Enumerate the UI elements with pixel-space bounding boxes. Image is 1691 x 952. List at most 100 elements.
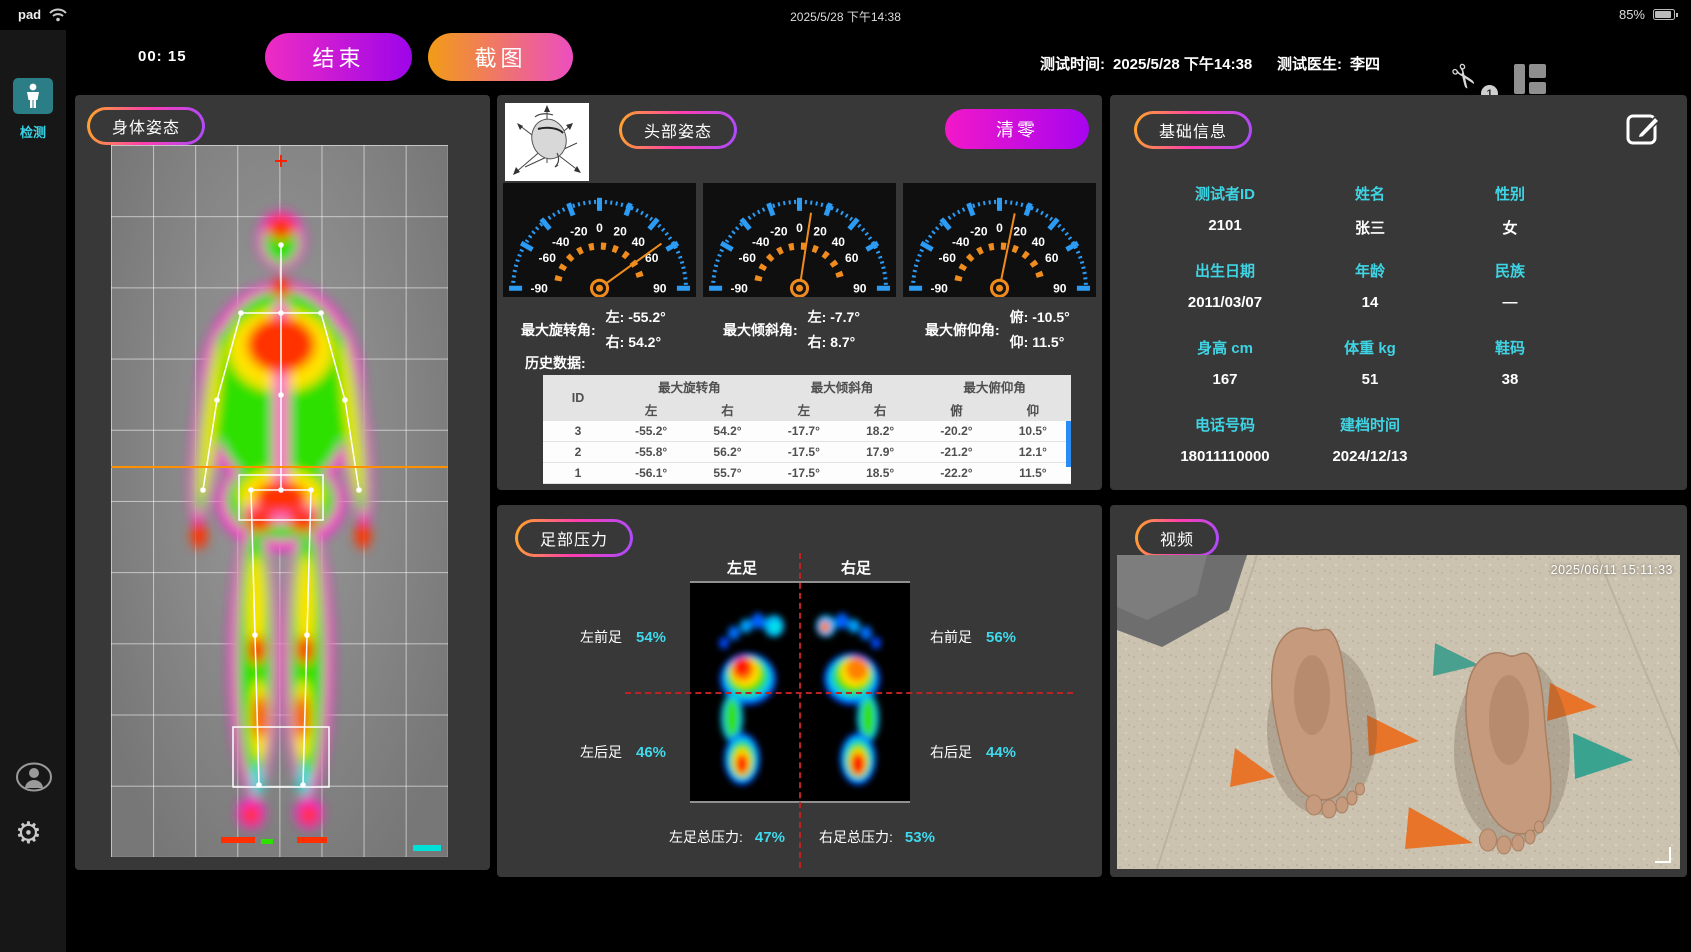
field-weight: 体重 kg 51 (1300, 337, 1440, 414)
col-tilt: 最大倾斜角 (766, 375, 919, 398)
sidebar-item-detect-label: 检测 (0, 122, 66, 141)
pitch-gauge: -90 -60 -40-20 0 20 40 60 90 (903, 183, 1096, 297)
table-row: 2-55.8°56.2°-17.5°17.9°-21.2°12.1° (543, 442, 1071, 463)
midfoot-divider-line (625, 692, 1073, 694)
screenshot-button[interactable]: 截图 (428, 33, 573, 81)
svg-text:40: 40 (832, 235, 846, 249)
svg-text:-40: -40 (952, 235, 970, 249)
field-tester-id: 测试者ID 2101 (1150, 183, 1300, 260)
svg-text:-20: -20 (770, 225, 788, 239)
field-gender: 性别 女 (1440, 183, 1580, 260)
svg-text:20: 20 (613, 225, 627, 239)
field-phone: 电话号码 18011110000 (1150, 414, 1300, 491)
svg-text:-20: -20 (970, 225, 988, 239)
tilt-gauge: -90-60-40-20020406090 (703, 183, 896, 297)
gear-icon[interactable]: ⚙ (15, 816, 42, 852)
test-doctor: 测试医生: 李四 (1277, 53, 1380, 74)
app-root: pad 2025/5/28 下午14:38 85% 检测 (0, 0, 1691, 952)
reset-button[interactable]: 清零 (945, 109, 1089, 149)
field-age: 年龄 14 (1300, 260, 1440, 337)
end-button[interactable]: 结束 (265, 33, 412, 81)
video-timestamp: 2025/06/11 15:11:33 (1551, 563, 1673, 577)
session-timer: 00: 15 (138, 48, 187, 65)
avatar-icon[interactable] (15, 762, 53, 797)
left-forefoot-stat: 左前足 54% (580, 627, 666, 647)
edit-button[interactable] (1625, 109, 1663, 147)
battery-percent: 85% (1619, 7, 1645, 22)
svg-text:-20: -20 (570, 225, 588, 239)
foot-pressure-title: 足部压力 (515, 519, 633, 557)
field-height: 身高 cm 167 (1150, 337, 1300, 414)
history-table-body: 3-55.2°54.2°-17.7°18.2°-20.2°10.5°2-55.8… (543, 421, 1071, 484)
head-posture-title: 头部姿态 (619, 111, 737, 149)
right-rearfoot-stat: 右后足 44% (930, 742, 1016, 762)
left-foot-label: 左足 (727, 557, 757, 578)
svg-text:-60: -60 (939, 251, 957, 265)
video-panel: 视频 (1110, 505, 1687, 877)
field-record-date: 建档时间 2024/12/13 (1300, 414, 1440, 491)
svg-text:90: 90 (653, 281, 667, 295)
svg-text:0: 0 (796, 221, 803, 235)
field-name: 姓名 张三 (1300, 183, 1440, 260)
svg-text:-60: -60 (739, 251, 757, 265)
svg-text:-40: -40 (552, 235, 570, 249)
table-scrollbar[interactable] (1066, 421, 1071, 467)
history-data-label: 历史数据: (525, 353, 586, 373)
svg-text:40: 40 (632, 235, 646, 249)
basic-info-grid: 测试者ID 2101 姓名 张三 性别 女 出生日期 2011/03/07 年龄… (1150, 183, 1580, 491)
field-birthdate: 出生日期 2011/03/07 (1150, 260, 1300, 337)
col-pitch: 最大俯仰角 (918, 375, 1071, 398)
svg-text:0: 0 (996, 221, 1003, 235)
head-posture-panel: 头部姿态 清零 -90-60-40-20020406090 -90-60-40-… (497, 95, 1102, 490)
svg-text:20: 20 (1013, 225, 1027, 239)
video-frame (1117, 555, 1680, 869)
video-title: 视频 (1135, 519, 1219, 557)
status-datetime: 2025/5/28 下午14:38 (0, 8, 1691, 25)
svg-text:90: 90 (1053, 281, 1067, 295)
basic-info-title: 基础信息 (1134, 111, 1252, 149)
field-ethnicity: 民族 — (1440, 260, 1580, 337)
basic-info-panel: 基础信息 测试者ID 2101 姓名 张三 性别 女 出生日期 2011/03/ (1110, 95, 1687, 490)
svg-text:-90: -90 (530, 281, 548, 295)
svg-text:40: 40 (1032, 235, 1046, 249)
status-bar: pad 2025/5/28 下午14:38 85% (0, 0, 1691, 30)
history-table: ID 最大旋转角 最大倾斜角 最大俯仰角 左 右 左 右 俯 仰 3-55.2°… (543, 375, 1071, 484)
right-forefoot-stat: 右前足 56% (930, 627, 1016, 647)
svg-text:90: 90 (853, 281, 867, 295)
table-row: 3-55.2°54.2°-17.7°18.2°-20.2°10.5° (543, 421, 1071, 442)
head-axes-diagram (505, 103, 589, 181)
body-posture-panel: 身体姿态 (75, 95, 490, 870)
body-thermal-image (111, 145, 448, 857)
svg-text:-90: -90 (930, 281, 948, 295)
table-row: 1-56.1°55.7°-17.5°18.5°-22.2°11.5° (543, 463, 1071, 484)
field-shoe-size: 鞋码 38 (1440, 337, 1580, 414)
left-rearfoot-stat: 左后足 46% (580, 742, 666, 762)
rotation-stat: 最大旋转角: 左: -55.2° 右: 54.2° (521, 307, 666, 352)
test-time: 测试时间: 2025/5/28 下午14:38 (1040, 53, 1252, 74)
person-icon (23, 83, 43, 109)
svg-text:60: 60 (1045, 251, 1059, 265)
sidebar-item-detect[interactable] (13, 78, 53, 114)
tilt-stat: 最大倾斜角: 左: -7.7° 右: 8.7° (723, 307, 860, 352)
sidebar: 检测 ⚙ (0, 30, 66, 952)
col-rotation: 最大旋转角 (613, 375, 766, 398)
left-total-pressure: 左足总压力: 47% (669, 827, 785, 847)
foot-pressure-panel: 足部压力 左足 右足 (497, 505, 1102, 877)
layout-grid-button[interactable] (1514, 64, 1546, 94)
col-id: ID (543, 375, 613, 421)
svg-text:20: 20 (813, 225, 827, 239)
svg-text:-40: -40 (752, 235, 770, 249)
rotation-gauge: -90-60-40-20020406090 (503, 183, 696, 297)
right-total-pressure: 右足总压力: 53% (819, 827, 935, 847)
svg-text:-60: -60 (539, 251, 557, 265)
battery-icon (1653, 9, 1675, 20)
fullscreen-corner-icon[interactable] (1655, 847, 1671, 863)
pitch-stat: 最大俯仰角: 俯: -10.5° 仰: 11.5° (925, 307, 1070, 352)
right-foot-label: 右足 (841, 557, 871, 578)
body-heatmap (111, 145, 448, 857)
center-divider-line (799, 553, 801, 868)
scissors-icon: ✂ (1440, 55, 1487, 99)
body-posture-title: 身体姿态 (87, 107, 205, 145)
scissors-button[interactable]: ✂ 1 (1450, 58, 1494, 100)
svg-text:60: 60 (845, 251, 859, 265)
